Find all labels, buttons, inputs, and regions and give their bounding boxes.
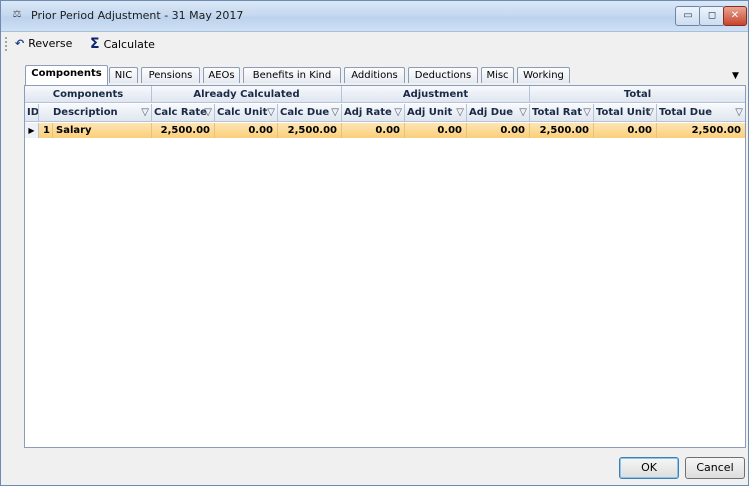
col-adj-unit[interactable]: Adj Unit ▽ <box>405 104 467 122</box>
cell-adj-due[interactable]: 0.00 <box>467 123 530 138</box>
title-bar[interactable]: ⚖ Prior Period Adjustment - 31 May 2017 … <box>1 1 748 32</box>
prior-period-adjustment-window: ⚖ Prior Period Adjustment - 31 May 2017 … <box>0 0 749 486</box>
filter-icon[interactable]: ▽ <box>267 104 275 121</box>
col-adj-rate-label: Adj Rate <box>344 107 392 118</box>
tab-components[interactable]: Components <box>25 65 108 85</box>
calculate-button[interactable]: Σ Calculate <box>90 34 155 54</box>
band-components: Components <box>25 86 152 103</box>
reverse-button[interactable]: ↶ Reverse <box>15 34 72 54</box>
col-adj-rate[interactable]: Adj Rate ▽ <box>342 104 405 122</box>
tab-overflow-chevron-icon[interactable]: ▼ <box>732 71 739 81</box>
band-adjustment: Adjustment <box>342 86 530 103</box>
maximize-button[interactable]: ◻ <box>699 6 725 26</box>
undo-arrow-icon: ↶ <box>15 37 25 50</box>
band-total: Total <box>530 86 745 103</box>
reverse-label: Reverse <box>28 37 73 50</box>
tab-deductions[interactable]: Deductions <box>408 67 478 83</box>
col-adj-unit-label: Adj Unit <box>407 107 453 118</box>
close-button[interactable]: ✕ <box>723 6 747 26</box>
cell-adj-rate[interactable]: 0.00 <box>342 123 405 138</box>
cell-description[interactable]: Salary <box>53 123 152 138</box>
col-total-unit[interactable]: Total Unit ▽ <box>594 104 657 122</box>
col-total-rate[interactable]: Total Rat ▽ <box>530 104 594 122</box>
col-calc-due[interactable]: Calc Due ▽ <box>278 104 342 122</box>
filter-icon[interactable]: ▽ <box>646 104 654 121</box>
col-id[interactable]: ID <box>25 104 39 122</box>
cell-id[interactable]: 1 <box>39 123 53 138</box>
cancel-button[interactable]: Cancel <box>685 457 745 479</box>
filter-icon[interactable]: ▽ <box>735 104 743 121</box>
filter-icon[interactable]: ▽ <box>204 104 212 121</box>
tab-benefits-in-kind[interactable]: Benefits in Kind <box>243 67 341 83</box>
cell-calc-rate[interactable]: 2,500.00 <box>152 123 215 138</box>
tab-strip: Components NIC Pensions AEOs Benefits in… <box>25 65 745 85</box>
cell-total-due[interactable]: 2,500.00 <box>657 123 745 138</box>
col-calc-unit[interactable]: Calc Unit ▽ <box>215 104 278 122</box>
col-total-rate-label: Total Rat <box>532 107 583 118</box>
toolbar: ↶ Reverse Σ Calculate <box>1 32 748 56</box>
ok-button[interactable]: OK <box>619 457 679 479</box>
col-description[interactable]: Description ▽ <box>39 104 152 122</box>
col-description-label: Description <box>53 107 118 118</box>
col-total-due[interactable]: Total Due ▽ <box>657 104 745 122</box>
filter-icon[interactable]: ▽ <box>331 104 339 121</box>
cell-adj-unit[interactable]: 0.00 <box>405 123 467 138</box>
tab-additions[interactable]: Additions <box>344 67 405 83</box>
col-total-due-label: Total Due <box>659 107 713 118</box>
tab-working[interactable]: Working <box>517 67 570 83</box>
tab-nic[interactable]: NIC <box>109 67 138 83</box>
table-row[interactable]: ▶ 1 Salary 2,500.00 0.00 2,500.00 0.00 0… <box>25 123 745 138</box>
tab-aeos[interactable]: AEOs <box>203 67 240 83</box>
toolbar-grip[interactable] <box>5 37 10 51</box>
cell-total-rate[interactable]: 2,500.00 <box>530 123 594 138</box>
col-calc-due-label: Calc Due <box>280 107 330 118</box>
cell-total-unit[interactable]: 0.00 <box>594 123 657 138</box>
minimize-button[interactable]: ▭ <box>675 6 701 26</box>
sigma-icon: Σ <box>90 36 100 52</box>
band-header-row: Components Already Calculated Adjustment… <box>25 86 745 103</box>
col-calc-rate-label: Calc Rate <box>154 107 207 118</box>
band-already-calculated: Already Calculated <box>152 86 342 103</box>
tab-misc[interactable]: Misc <box>481 67 514 83</box>
filter-icon[interactable]: ▽ <box>583 104 591 121</box>
row-indicator-icon[interactable]: ▶ <box>25 123 39 138</box>
filter-icon[interactable]: ▽ <box>141 104 149 121</box>
filter-icon[interactable]: ▽ <box>456 104 464 121</box>
cell-calc-unit[interactable]: 0.00 <box>215 123 278 138</box>
calculate-label: Calculate <box>103 38 155 51</box>
col-calc-rate[interactable]: Calc Rate ▽ <box>152 104 215 122</box>
components-grid: Components Already Calculated Adjustment… <box>24 85 746 448</box>
filter-icon[interactable]: ▽ <box>519 104 527 121</box>
col-total-unit-label: Total Unit <box>596 107 651 118</box>
col-adj-due[interactable]: Adj Due ▽ <box>467 104 530 122</box>
app-icon: ⚖ <box>12 9 22 20</box>
tab-pensions[interactable]: Pensions <box>141 67 200 83</box>
col-calc-unit-label: Calc Unit <box>217 107 268 118</box>
col-adj-due-label: Adj Due <box>469 107 514 118</box>
cell-calc-due[interactable]: 2,500.00 <box>278 123 342 138</box>
filter-icon[interactable]: ▽ <box>394 104 402 121</box>
column-header-row: ID Description ▽ Calc Rate ▽ Calc Unit ▽ Ca… <box>25 104 745 122</box>
window-title: Prior Period Adjustment - 31 May 2017 <box>31 9 244 22</box>
col-id-label: ID <box>27 107 39 118</box>
